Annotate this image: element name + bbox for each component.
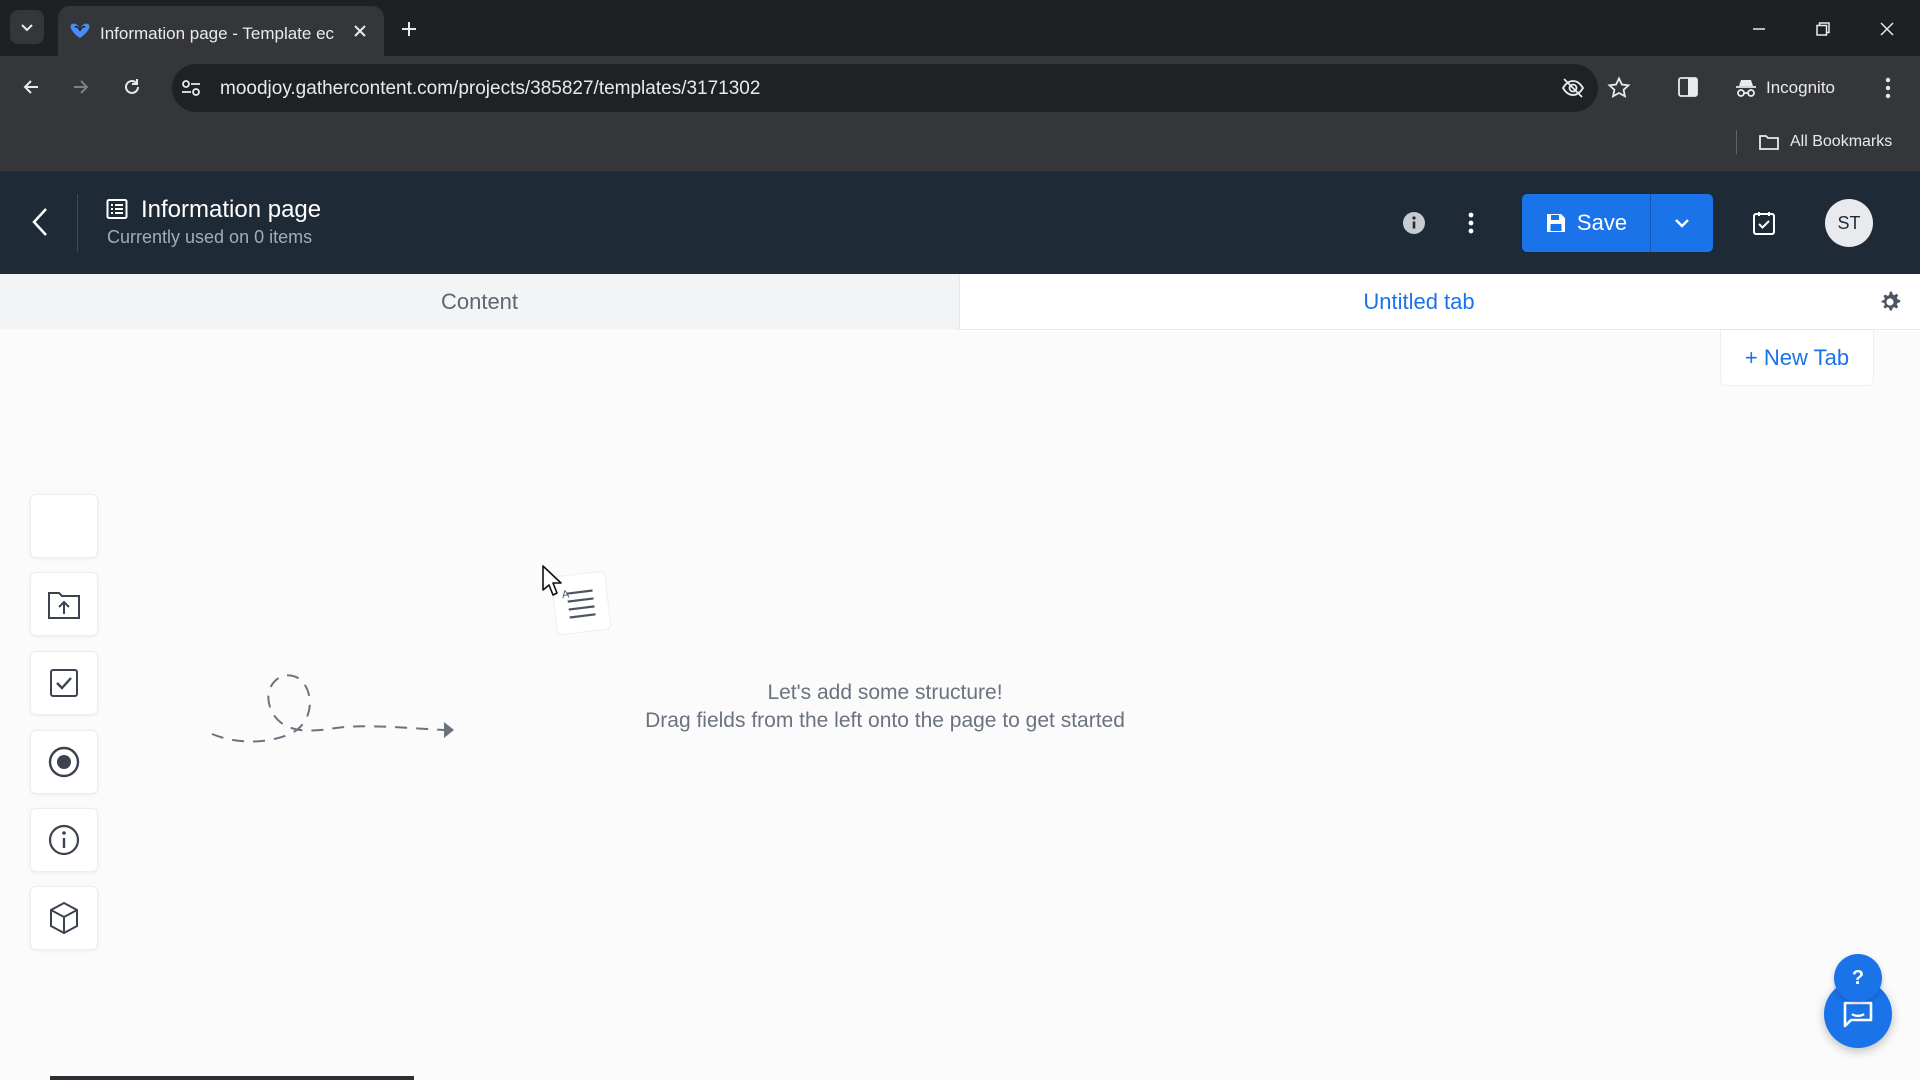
- checkbox-icon: [50, 669, 78, 697]
- template-tabs: Content Untitled tab: [0, 274, 1920, 330]
- all-bookmarks-label: All Bookmarks: [1790, 133, 1893, 150]
- gathercontent-favicon-icon: [68, 19, 92, 43]
- upload-field-tile[interactable]: [30, 572, 98, 636]
- folder-icon: [1759, 135, 1779, 150]
- empty-state-heading: Let's add some structure!: [767, 681, 1003, 704]
- chevron-down-icon: [21, 24, 33, 32]
- save-button-group: Save: [1522, 194, 1713, 252]
- info-icon[interactable]: [1399, 208, 1429, 238]
- reload-icon[interactable]: [117, 72, 147, 102]
- bookmark-star-icon[interactable]: [1607, 76, 1631, 100]
- back-arrow-icon[interactable]: [16, 72, 46, 102]
- template-header: Information page Currently used on 0 ite…: [0, 172, 1920, 274]
- tab-search-button[interactable]: [10, 10, 44, 44]
- template-list-icon: [106, 198, 128, 220]
- dashed-arrow-illustration: [211, 674, 454, 743]
- header-divider: [77, 194, 78, 252]
- incognito-indicator[interactable]: Incognito: [1734, 72, 1835, 104]
- mouse-cursor-icon: [542, 565, 562, 596]
- minimize-icon[interactable]: [1746, 16, 1772, 42]
- user-avatar[interactable]: ST: [1825, 199, 1873, 247]
- browser-tab-title: Information page - Template ec: [100, 24, 335, 43]
- forward-arrow-icon[interactable]: [66, 72, 96, 102]
- component-field-tile[interactable]: [30, 886, 98, 950]
- browser-toolbar: moodjoy.gathercontent.com/projects/38582…: [0, 56, 1920, 120]
- site-settings-icon[interactable]: [180, 78, 202, 98]
- bookmarks-bar: [0, 120, 1920, 172]
- browser-menu-icon[interactable]: [1884, 76, 1892, 100]
- info-circle-icon: [48, 824, 80, 856]
- incognito-label: Incognito: [1766, 78, 1835, 97]
- restore-icon[interactable]: [1810, 16, 1836, 42]
- save-button[interactable]: Save: [1522, 194, 1650, 252]
- more-options-icon[interactable]: [1456, 208, 1486, 238]
- tab-untitled[interactable]: Untitled tab: [960, 274, 1878, 330]
- checklist-icon[interactable]: [1749, 208, 1779, 238]
- new-tab-button[interactable]: + New Tab: [1720, 330, 1874, 386]
- chevron-down-icon: [1675, 219, 1689, 228]
- tab-content[interactable]: Content: [0, 274, 960, 330]
- page-title: Information page: [141, 196, 322, 223]
- radio-button-icon: [48, 746, 80, 778]
- eye-off-icon[interactable]: [1561, 76, 1585, 100]
- all-bookmarks-button[interactable]: All Bookmarks: [1758, 130, 1892, 154]
- tab-settings-gear-icon[interactable]: [1876, 288, 1904, 316]
- scroll-indicator: [50, 1076, 414, 1080]
- browser-tabstrip: Information page - Template ec: [0, 0, 1920, 56]
- incognito-icon: [1736, 80, 1756, 97]
- blank-field-tile[interactable]: [30, 494, 98, 558]
- checkbox-field-tile[interactable]: [30, 651, 98, 715]
- new-browser-tab-icon[interactable]: [396, 16, 422, 42]
- bookmarks-separator: [1736, 130, 1737, 154]
- chat-bubble-icon: [1843, 1001, 1873, 1028]
- close-tab-icon[interactable]: [350, 21, 370, 41]
- save-options-dropdown[interactable]: [1651, 194, 1713, 252]
- url-text[interactable]: moodjoy.gathercontent.com/projects/38582…: [220, 78, 760, 100]
- guideline-field-tile[interactable]: [30, 808, 98, 872]
- template-usage-subtitle: Currently used on 0 items: [107, 227, 313, 247]
- upload-folder-icon: [48, 592, 80, 619]
- floppy-disk-icon: [1546, 214, 1565, 232]
- close-window-icon[interactable]: [1874, 16, 1900, 42]
- back-chevron-icon[interactable]: [24, 206, 56, 238]
- save-label: Save: [1576, 210, 1628, 235]
- side-panel-icon[interactable]: [1677, 76, 1699, 98]
- radio-field-tile[interactable]: [30, 730, 98, 794]
- help-button[interactable]: ?: [1834, 954, 1882, 1002]
- empty-state-instructions: Drag fields from the left onto the page …: [645, 709, 1125, 732]
- browser-tab-active[interactable]: Information page - Template ec: [58, 6, 384, 56]
- cube-icon: [50, 901, 78, 935]
